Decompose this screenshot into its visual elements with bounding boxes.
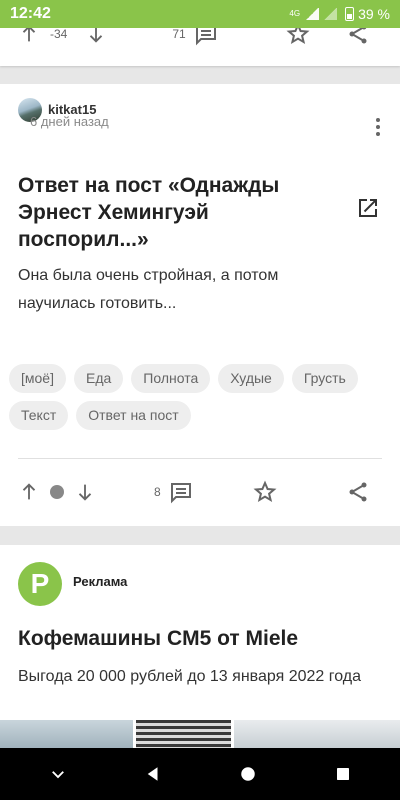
battery-percent: 39 % [358, 6, 390, 22]
ad-image[interactable] [0, 720, 133, 750]
ad-image[interactable] [234, 720, 400, 750]
ad-gallery[interactable] [0, 720, 400, 750]
comments-count: 71 [172, 27, 186, 41]
divider [18, 458, 382, 459]
post-card: kitkat15 6 дней назад Ответ на пост «Одн… [0, 84, 400, 526]
back-icon[interactable] [133, 754, 173, 794]
post-actions: 8 [0, 472, 400, 512]
network-type: 4G [289, 9, 301, 18]
status-bar: 12:42 4G 39 % [0, 0, 400, 28]
ad-image[interactable] [136, 720, 231, 750]
ad-title[interactable]: Кофемашины CM5 от Miele [18, 627, 298, 651]
status-time: 12:42 [10, 5, 51, 22]
downvote-icon[interactable] [74, 481, 96, 503]
tag-chip[interactable]: Грусть [291, 364, 358, 393]
post-date: 6 дней назад [30, 114, 109, 129]
ad-text[interactable]: Выгода 20 000 рублей до 13 января 2022 г… [18, 665, 378, 689]
upvote-icon[interactable] [18, 481, 40, 503]
comment-icon [169, 480, 193, 504]
recents-icon[interactable] [323, 754, 363, 794]
tag-chip[interactable]: [моё] [9, 364, 66, 393]
signal-secondary-icon [323, 8, 338, 20]
comments-button[interactable]: 8 [154, 480, 193, 504]
system-nav-bar [0, 748, 400, 800]
post-tags: [моё] Еда Полнота Худые Грусть Текст Отв… [9, 364, 389, 430]
tag-chip[interactable]: Еда [73, 364, 124, 393]
star-icon[interactable] [253, 480, 277, 504]
share-icon[interactable] [346, 480, 370, 504]
advertiser-logo[interactable]: P [18, 562, 62, 606]
chevron-down-icon[interactable] [38, 754, 78, 794]
tag-chip[interactable]: Ответ на пост [76, 401, 191, 430]
comments-count: 8 [154, 485, 161, 499]
rating-hidden-dot [50, 485, 64, 499]
tag-chip[interactable]: Полнота [131, 364, 211, 393]
previous-post-card: -34 71 [0, 22, 400, 66]
post-text[interactable]: Она была очень стройная, а потом научила… [18, 262, 358, 318]
signal-icon [305, 8, 320, 20]
battery-icon [345, 7, 355, 21]
post-title[interactable]: Ответ на пост «Однажды Эрнест Хемингуэй … [18, 172, 338, 253]
tag-chip[interactable]: Худые [218, 364, 284, 393]
rating-value: -34 [50, 27, 68, 41]
open-in-new-icon[interactable] [356, 196, 380, 225]
tag-chip[interactable]: Текст [9, 401, 69, 430]
ad-label: Реклама [73, 574, 128, 589]
more-vert-icon[interactable] [376, 118, 380, 136]
home-icon[interactable] [228, 754, 268, 794]
